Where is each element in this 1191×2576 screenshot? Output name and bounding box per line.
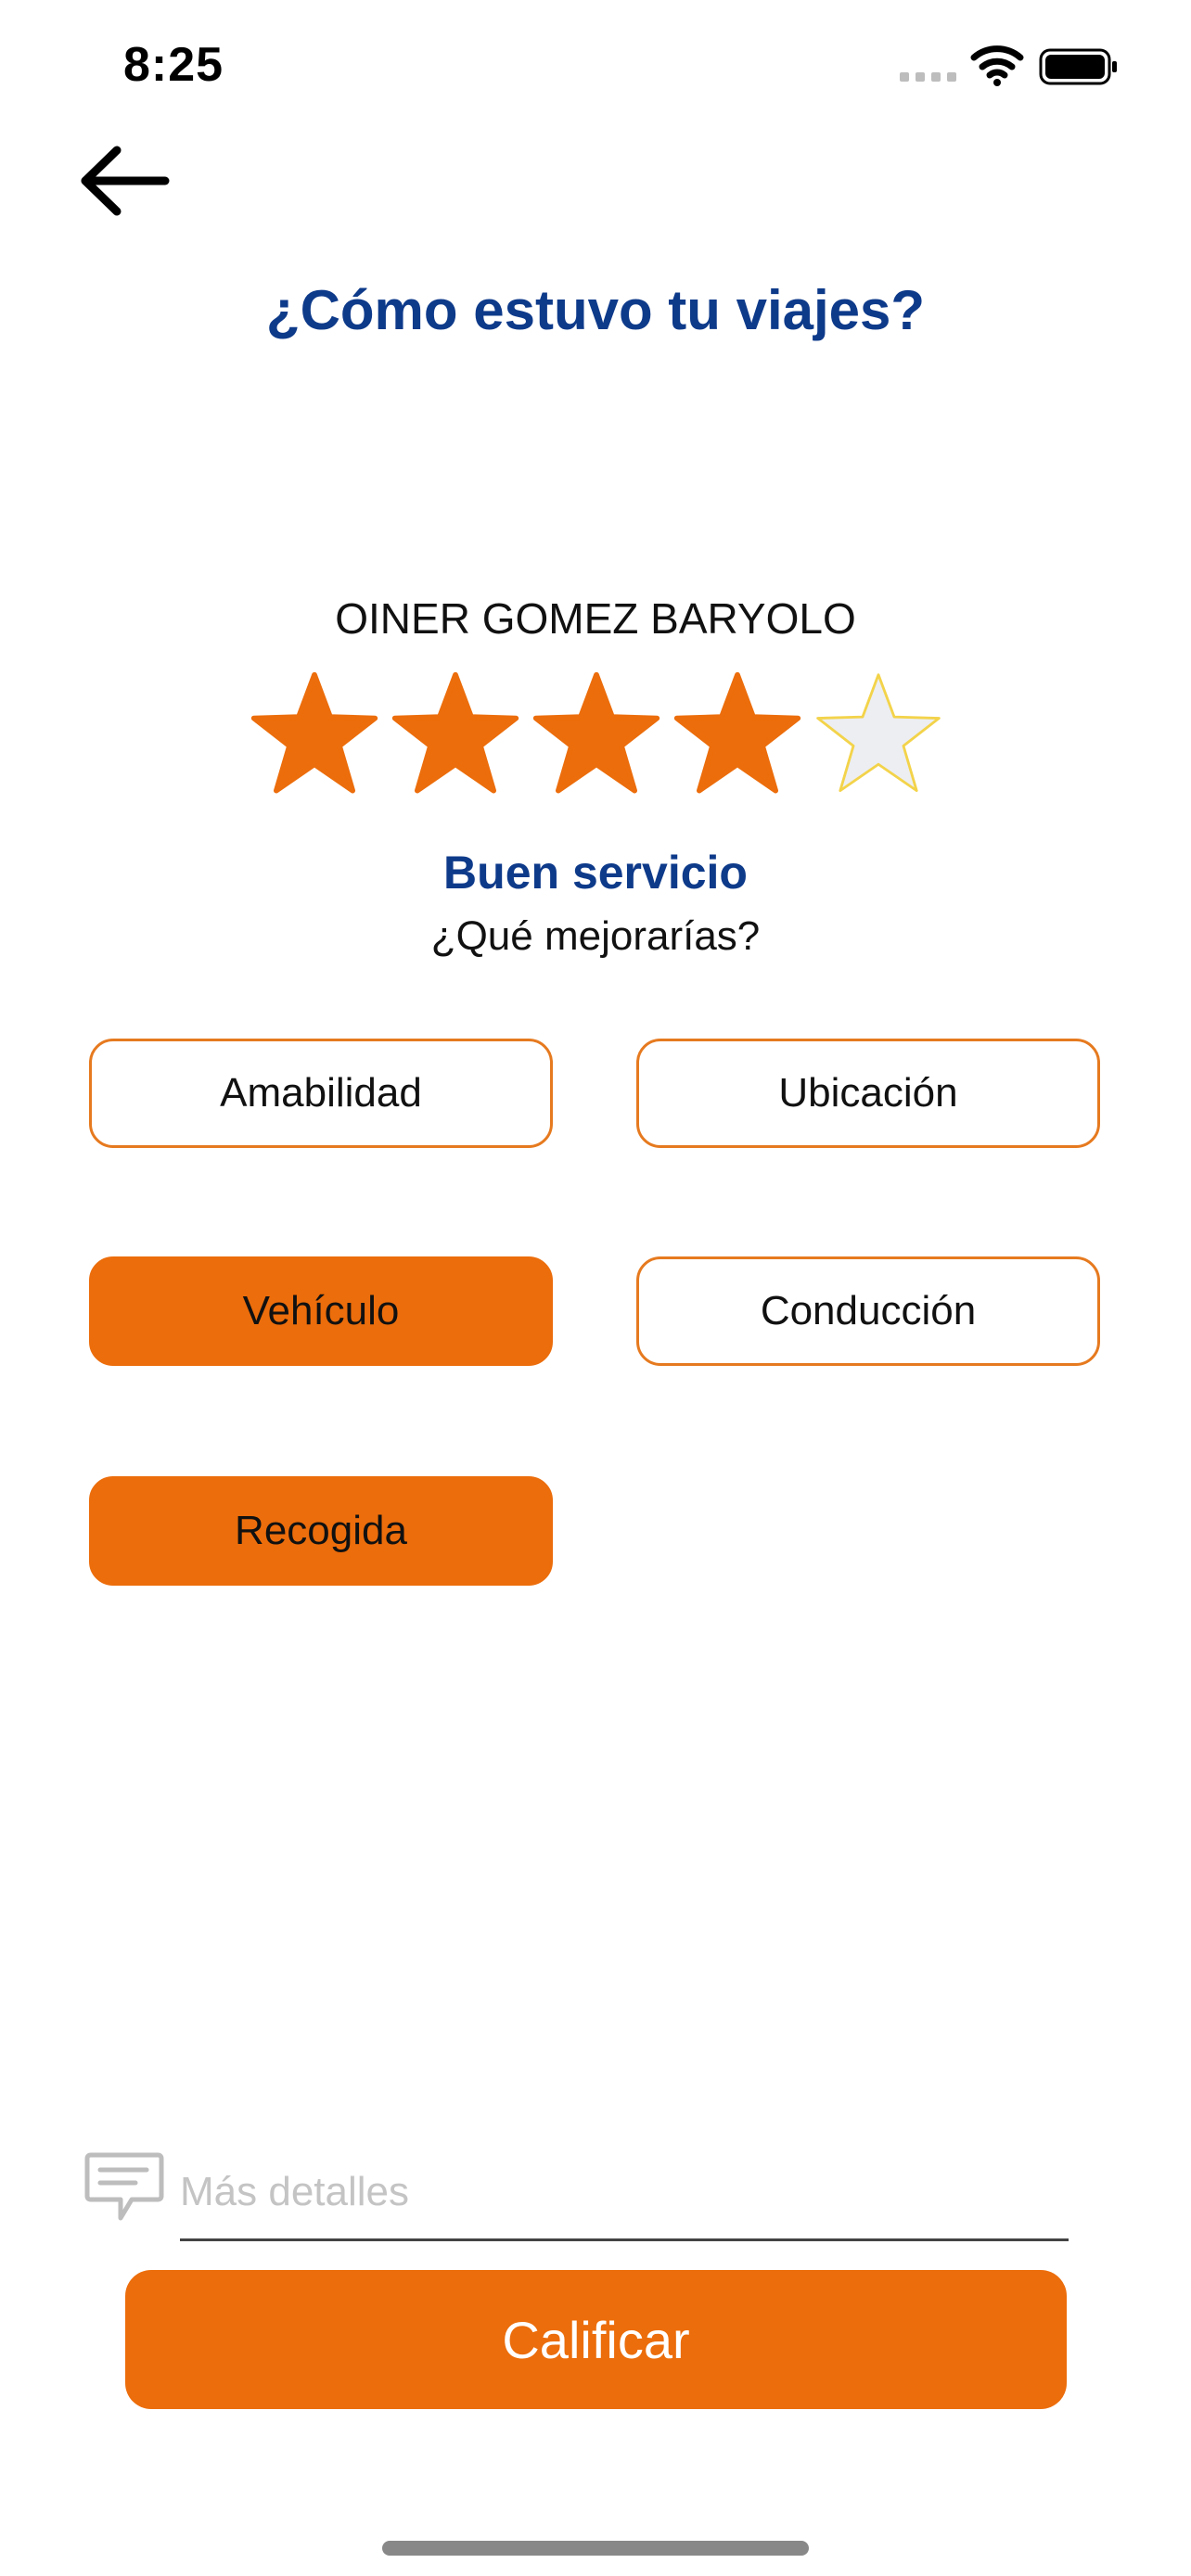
- wifi-icon: [970, 45, 1024, 86]
- status-time: 8:25: [123, 38, 224, 92]
- chip-amabilidad[interactable]: Amabilidad: [89, 1039, 553, 1148]
- star-filled-icon[interactable]: [531, 670, 662, 801]
- star-filled-icon[interactable]: [390, 670, 521, 801]
- star-rating[interactable]: [249, 670, 944, 809]
- star-filled-icon[interactable]: [249, 670, 380, 801]
- chip-recogida[interactable]: Recogida: [89, 1476, 553, 1586]
- chip-label: Amabilidad: [220, 1070, 422, 1116]
- star-filled-icon[interactable]: [672, 670, 803, 801]
- cellular-signal-icon: [900, 72, 956, 82]
- chip-conduccion[interactable]: Conducción: [636, 1256, 1100, 1366]
- details-input[interactable]: [180, 2151, 1069, 2241]
- improvement-question: ¿Qué mejorarías?: [430, 913, 761, 959]
- chat-bubble-icon: [84, 2152, 164, 2221]
- back-button[interactable]: [76, 139, 174, 223]
- calificar-button-label: Calificar: [502, 2310, 690, 2369]
- home-indicator: [382, 2541, 809, 2556]
- star-empty-icon[interactable]: [813, 670, 944, 801]
- driver-name: OINER GOMEZ BARYOLO: [335, 594, 856, 643]
- chip-label: Recogida: [235, 1508, 407, 1553]
- arrow-left-icon: [81, 146, 170, 216]
- rating-label: Buen servicio: [443, 847, 748, 899]
- chip-vehiculo[interactable]: Vehículo: [89, 1256, 553, 1366]
- page-title: ¿Cómo estuvo tu viajes?: [265, 279, 926, 341]
- chip-ubicacion[interactable]: Ubicación: [636, 1039, 1100, 1148]
- chip-label: Ubicación: [778, 1070, 958, 1116]
- chip-label: Conducción: [760, 1288, 977, 1333]
- chip-label: Vehículo: [242, 1288, 400, 1333]
- calificar-button[interactable]: Calificar: [125, 2270, 1067, 2409]
- battery-icon: [1039, 48, 1117, 85]
